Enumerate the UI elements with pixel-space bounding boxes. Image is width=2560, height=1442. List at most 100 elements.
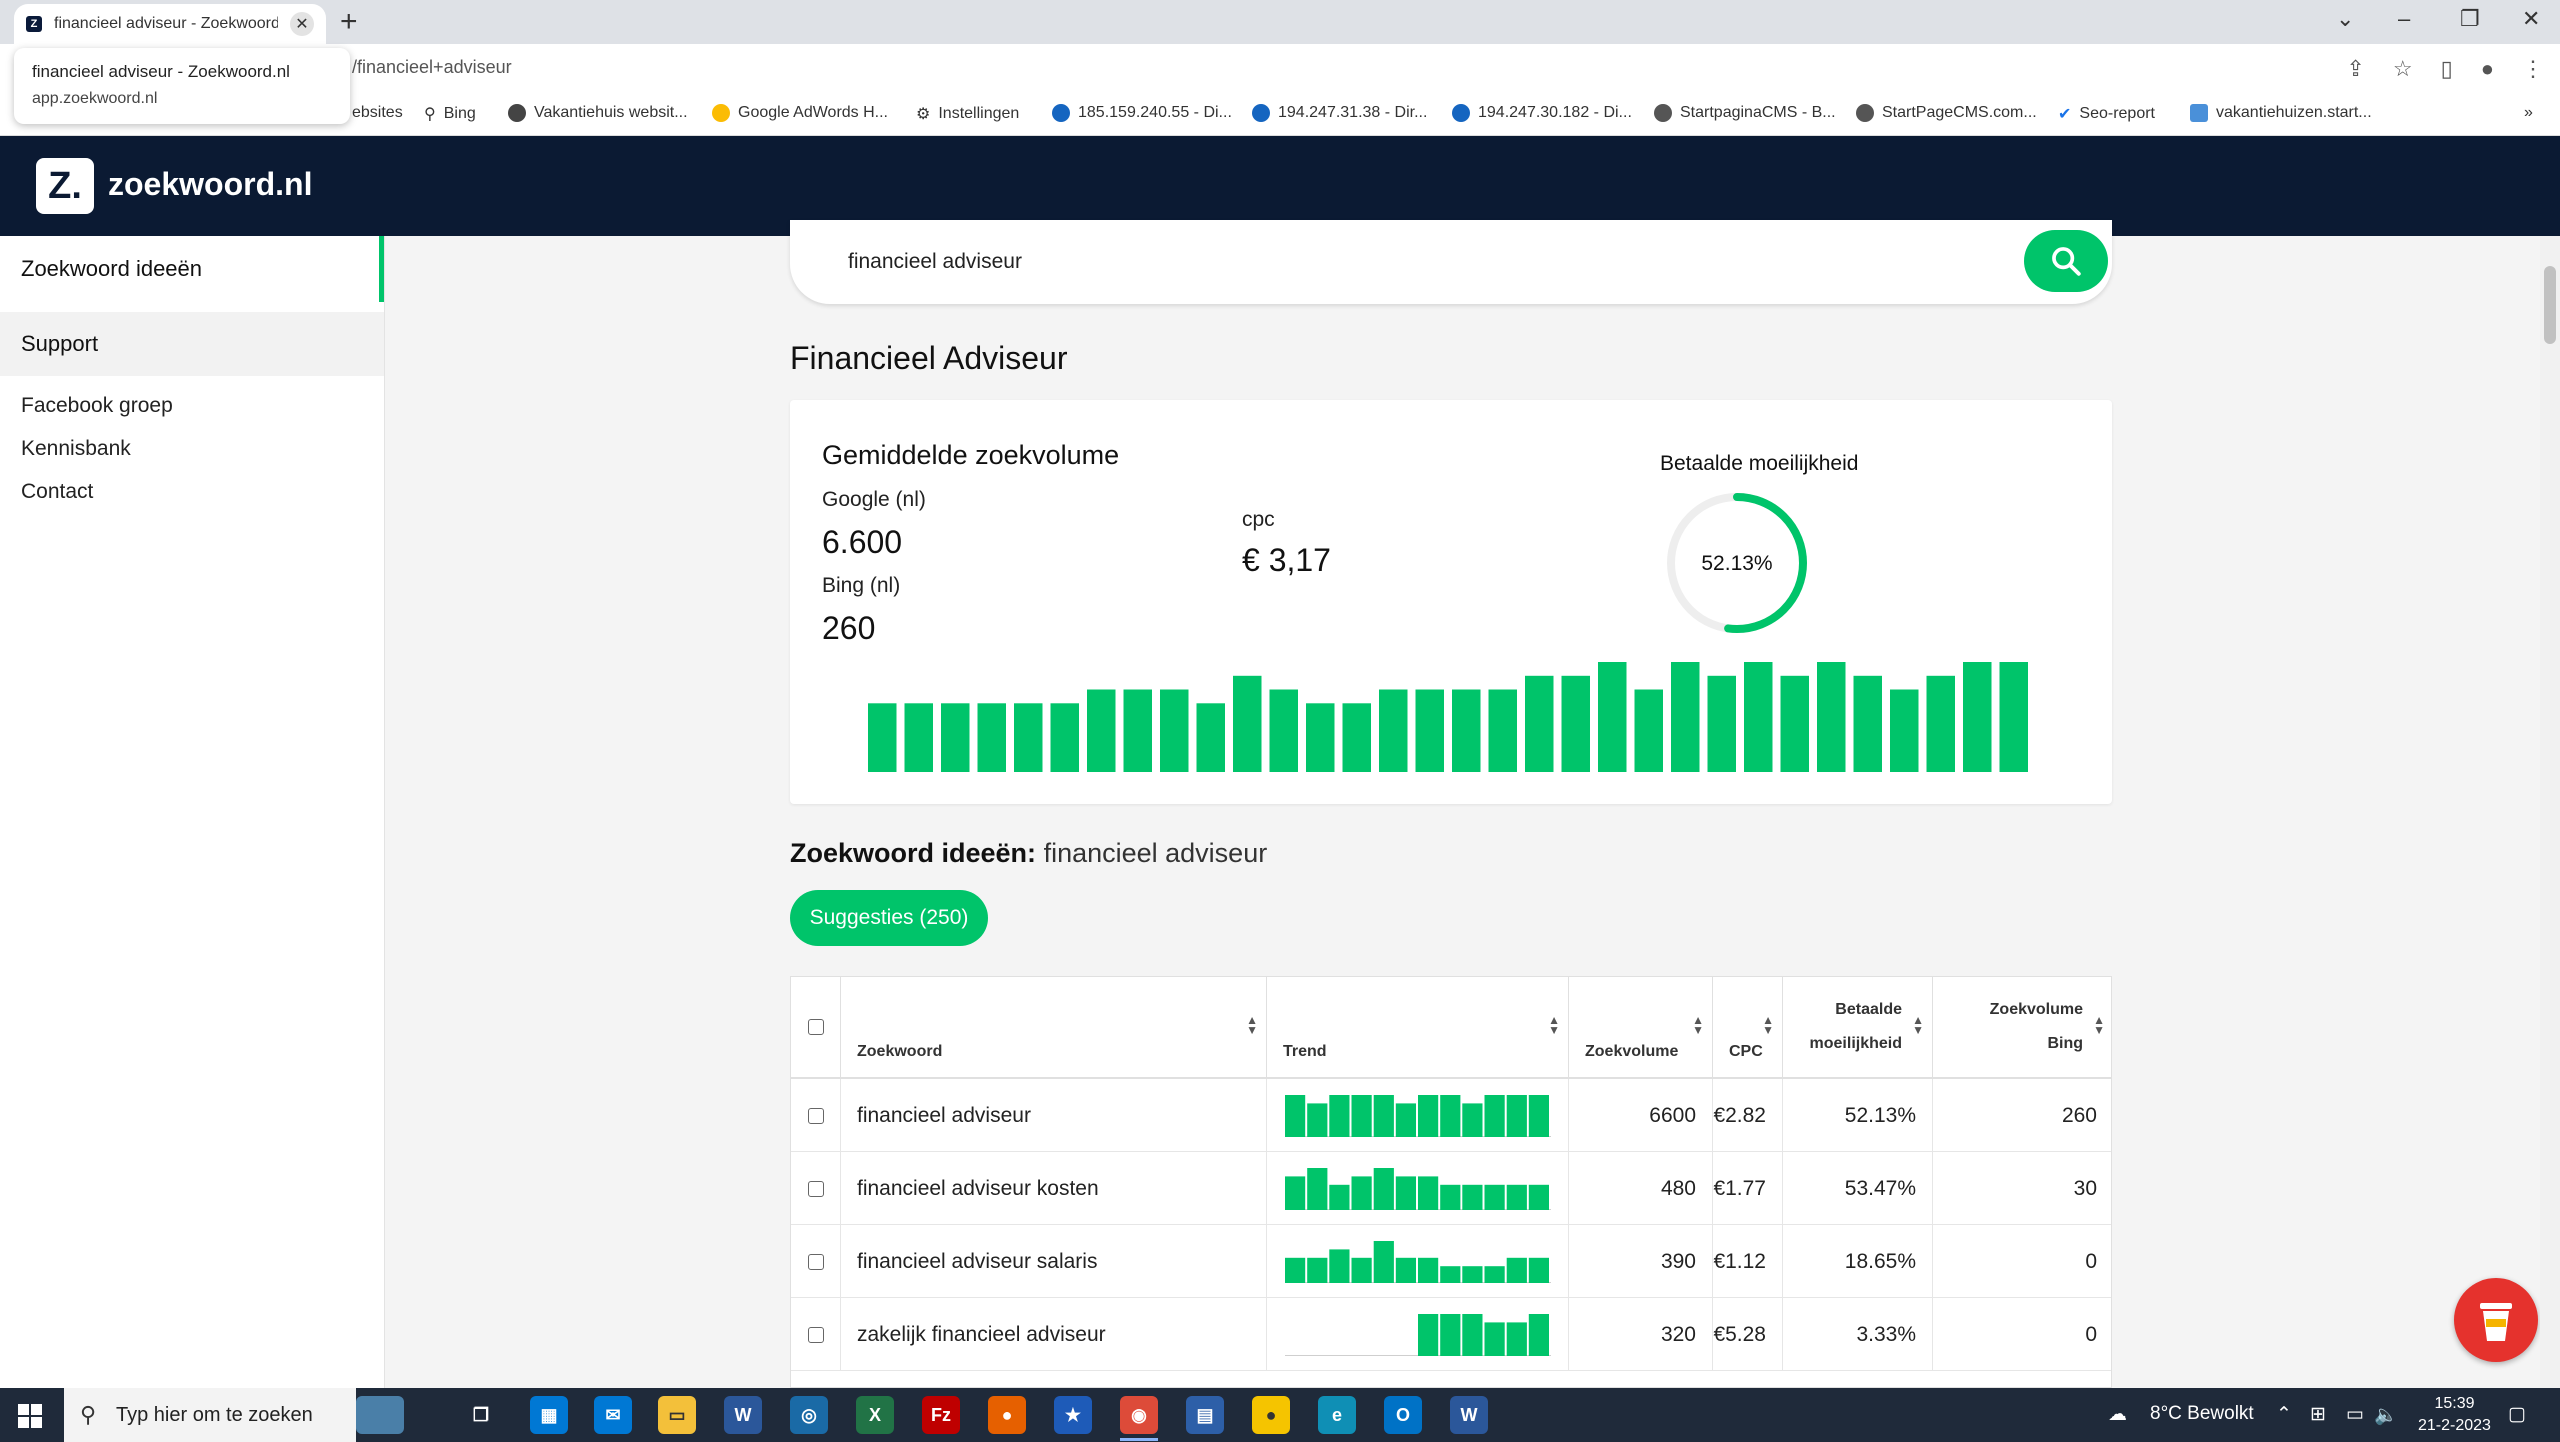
sparkline-bar	[1484, 1095, 1505, 1137]
sidebar-item-facebook-groep[interactable]: Facebook groep	[0, 384, 384, 427]
side-panel-icon[interactable]: ▯	[2441, 56, 2453, 82]
bookmark-item[interactable]: StartPageCMS.com...	[1856, 104, 2037, 122]
bookmark-item[interactable]: Vakantiehuis websit...	[508, 104, 688, 122]
sparkline-bar	[1285, 1257, 1306, 1283]
bookmark-item[interactable]: 194.247.31.38 - Dir...	[1252, 104, 1427, 122]
keyword-cell[interactable]: financieel adviseur salaris	[841, 1225, 1267, 1298]
url-field[interactable]: /financieel+adviseur	[352, 57, 512, 78]
new-tab-icon[interactable]: +	[340, 6, 358, 38]
search-highlight-icon[interactable]	[356, 1396, 404, 1434]
table-row[interactable]: financieel adviseur salaris 390 €1.12 18…	[791, 1225, 2111, 1298]
sparkline-bar	[1329, 1184, 1350, 1210]
file-explorer-icon[interactable]: ▭	[658, 1396, 696, 1434]
chrome-icon[interactable]: ◉	[1120, 1396, 1158, 1434]
row-checkbox-cell	[791, 1152, 841, 1225]
display-icon[interactable]: ▭	[2346, 1403, 2364, 1426]
keyword-cell[interactable]: zakelijk financieel adviseur	[841, 1298, 1267, 1371]
share-icon[interactable]: ⇪	[2346, 56, 2364, 82]
row-checkbox[interactable]	[807, 1107, 824, 1124]
column-header-zoekwoord[interactable]: Zoekwoord ▲ ▼	[841, 977, 1267, 1079]
sparkline-bar	[1528, 1257, 1549, 1283]
tab-close-icon[interactable]: ✕	[290, 12, 314, 36]
difficulty-cell: 52.13%	[1783, 1079, 1933, 1152]
bookmarks-overflow-icon[interactable]: »	[2524, 104, 2533, 122]
excel-icon[interactable]: X	[856, 1396, 894, 1434]
calculator-icon[interactable]: ▤	[1186, 1396, 1224, 1434]
column-header-zoekvolume[interactable]: Zoekvolume ▲ ▼	[1569, 977, 1713, 1079]
bookmark-item[interactable]: ebsites	[352, 104, 403, 122]
volume-icon[interactable]: 🔈	[2374, 1403, 2398, 1427]
row-checkbox[interactable]	[807, 1180, 824, 1197]
scrollbar-thumb[interactable]	[2544, 266, 2556, 344]
keyword-cell[interactable]: financieel adviseur kosten	[841, 1152, 1267, 1225]
suggestions-button[interactable]: Suggesties (250)	[790, 890, 988, 946]
star-app-icon[interactable]: ★	[1054, 1396, 1092, 1434]
bookmark-item[interactable]: ⚙ Instellingen	[916, 104, 1019, 124]
sidebar-section-support: Support	[0, 312, 384, 376]
taskbar-clock[interactable]: 15:39 21-2-2023	[2418, 1393, 2491, 1437]
word-icon[interactable]: W	[1450, 1396, 1488, 1434]
tray-chevron-icon[interactable]: ⌃	[2276, 1403, 2292, 1426]
chart-bar	[1269, 689, 1298, 772]
bookmark-item[interactable]: ✔ Seo-report	[2058, 104, 2155, 124]
search-button[interactable]	[2024, 230, 2108, 292]
bookmark-item[interactable]: 194.247.30.182 - Di...	[1452, 104, 1632, 122]
table-row[interactable]: financieel adviseur kosten 480 €1.77 53.…	[791, 1152, 2111, 1225]
restore-icon[interactable]: ❐	[2460, 6, 2480, 32]
mail-icon[interactable]: ✉	[594, 1396, 632, 1434]
firefox-icon[interactable]: ●	[988, 1396, 1026, 1434]
bookmark-item[interactable]: Google AdWords H...	[712, 104, 888, 122]
minimize-icon[interactable]: –	[2398, 6, 2410, 32]
network-icon[interactable]: ⊞	[2310, 1403, 2326, 1426]
notifications-icon[interactable]: ▢	[2508, 1403, 2526, 1426]
logo-icon[interactable]: Z.	[36, 158, 94, 214]
row-checkbox[interactable]	[807, 1253, 824, 1270]
taskbar-search-input[interactable]: ⚲ Typ hier om te zoeken	[64, 1388, 356, 1442]
filezilla-icon[interactable]: Fz	[922, 1396, 960, 1434]
row-checkbox[interactable]	[807, 1326, 824, 1343]
globe-icon	[1856, 104, 1874, 122]
app-icon[interactable]: ◎	[790, 1396, 828, 1434]
bookmark-star-icon[interactable]: ☆	[2393, 56, 2413, 82]
profile-icon[interactable]: ●	[2481, 56, 2494, 82]
chart-bar	[1087, 689, 1116, 772]
window-close-icon[interactable]: ✕	[2522, 6, 2540, 32]
search-input[interactable]: financieel adviseur	[790, 220, 2112, 304]
browser-tab[interactable]: Z financieel adviseur - Zoekwoord ✕	[14, 4, 326, 44]
tab-search-chevron-icon[interactable]: ⌄	[2336, 6, 2354, 32]
weather-text[interactable]: 8°C Bewolkt	[2150, 1403, 2254, 1425]
sidebar-item-contact[interactable]: Contact	[0, 470, 384, 513]
sparkline-bar	[1351, 1176, 1372, 1210]
sidebar-item-zoekwoord-ideeen[interactable]: Zoekwoord ideeën	[0, 236, 384, 302]
sidebar-item-kennisbank[interactable]: Kennisbank	[0, 427, 384, 470]
task-view-icon[interactable]: ❐	[462, 1396, 500, 1434]
coffee-cup-icon	[2480, 1303, 2512, 1341]
edge-icon[interactable]: e	[1318, 1396, 1356, 1434]
table-row[interactable]: financieel adviseur 6600 €2.82 52.13% 26…	[791, 1079, 2111, 1152]
sticky-app-icon[interactable]: ●	[1252, 1396, 1290, 1434]
address-bar-actions: ⇪ ☆ ▯ ● ⋮	[2346, 56, 2544, 82]
chart-bar	[1817, 662, 1846, 772]
column-header-betaalde-moeilijkheid[interactable]: Betaalde moeilijkheid ▲ ▼	[1783, 977, 1933, 1079]
column-header-zoekvolume-bing[interactable]: Zoekvolume Bing ▲ ▼	[1933, 977, 2111, 1079]
column-header-cpc[interactable]: CPC ▲ ▼	[1713, 977, 1783, 1079]
ideas-heading-keyword: financieel adviseur	[1043, 838, 1268, 868]
table-row[interactable]: zakelijk financieel adviseur 320 €5.28 3…	[791, 1298, 2111, 1371]
page-scrollbar[interactable]	[2540, 236, 2560, 1388]
bookmark-item[interactable]: StartpaginaCMS - B...	[1654, 104, 1836, 122]
coffee-cup-button[interactable]	[2454, 1278, 2538, 1362]
bookmark-item[interactable]: vakantiehuizen.start...	[2190, 104, 2372, 122]
select-all-checkbox[interactable]	[808, 1019, 824, 1035]
menu-icon[interactable]: ⋮	[2522, 56, 2544, 82]
clock-time: 15:39	[2434, 1395, 2475, 1412]
outlook-icon[interactable]: O	[1384, 1396, 1422, 1434]
store-icon[interactable]: ▦	[530, 1396, 568, 1434]
weather-icon[interactable]: ☁	[2108, 1403, 2127, 1426]
bookmark-item[interactable]: 185.159.240.55 - Di...	[1052, 104, 1232, 122]
windows-start-icon[interactable]	[18, 1404, 42, 1428]
bookmark-item[interactable]: ⚲ Bing	[424, 104, 476, 124]
column-header-trend[interactable]: Trend ▲ ▼	[1267, 977, 1569, 1079]
keyword-cell[interactable]: financieel adviseur	[841, 1079, 1267, 1152]
word-icon[interactable]: W	[724, 1396, 762, 1434]
logo-text[interactable]: zoekwoord.nl	[108, 166, 312, 203]
